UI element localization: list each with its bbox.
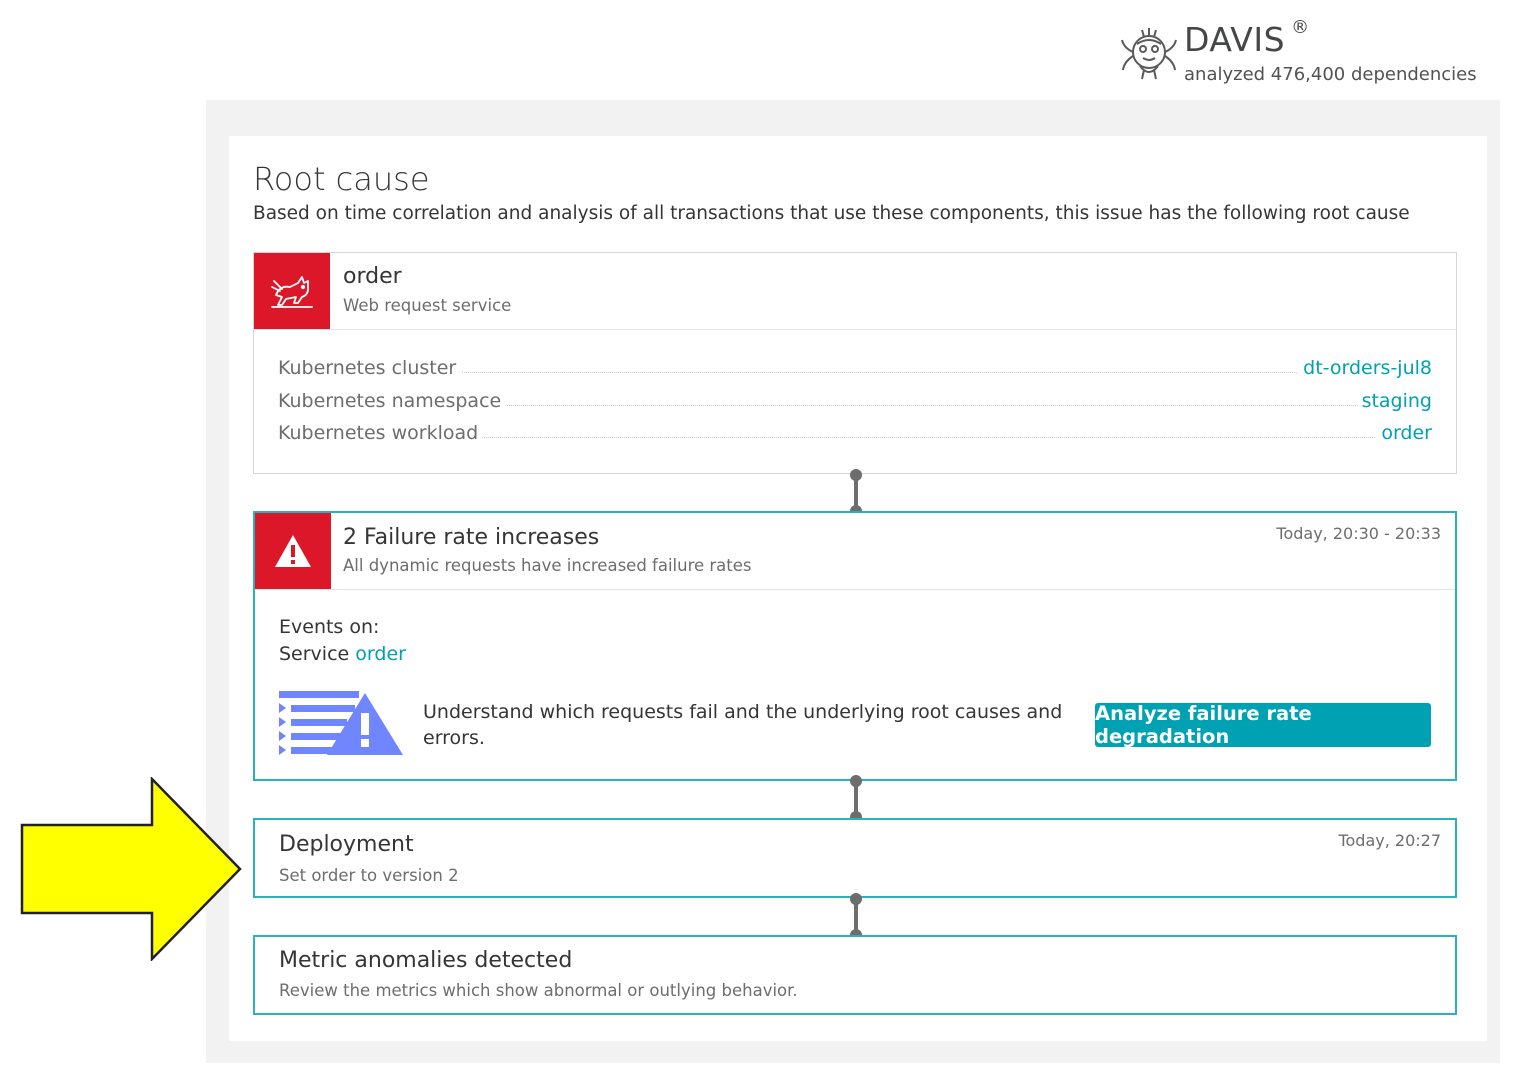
deployment-time: Today, 20:27: [1338, 831, 1441, 850]
analysis-hint: Understand which requests fail and the u…: [423, 701, 1063, 749]
davis-header: DAVIS ® analyzed 476,400 dependencies: [1120, 17, 1477, 88]
events-label: Events on:: [279, 616, 380, 638]
metric-subtitle: Review the metrics which show abnormal o…: [279, 981, 798, 1000]
page-description: Based on time correlation and analysis o…: [253, 203, 1410, 224]
property-key: Kubernetes cluster: [278, 357, 457, 379]
page-title: Root cause: [253, 160, 430, 198]
divider: [254, 329, 1456, 330]
property-link[interactable]: staging: [1362, 390, 1432, 412]
service-card[interactable]: order Web request service Kubernetes clu…: [253, 252, 1457, 474]
failure-rate-card[interactable]: 2 Failure rate increases All dynamic req…: [253, 511, 1457, 781]
dotted-leader: [462, 372, 1298, 373]
service-order-link[interactable]: order: [355, 643, 406, 665]
events-service: Service order: [279, 643, 406, 665]
davis-brain-icon: [1121, 28, 1177, 80]
dotted-leader: [484, 437, 1376, 438]
property-row: Kubernetes namespace staging: [278, 384, 1432, 412]
service-prefix: Service: [279, 643, 350, 665]
chain-connector: [850, 775, 862, 823]
metric-title: Metric anomalies detected: [279, 948, 573, 973]
failure-analysis-illustration: [279, 691, 403, 755]
property-link[interactable]: dt-orders-jul8: [1303, 357, 1432, 379]
service-title[interactable]: order: [343, 264, 402, 289]
property-key: Kubernetes namespace: [278, 390, 502, 412]
deployment-subtitle: Set order to version 2: [279, 866, 459, 885]
property-row: Kubernetes cluster dt-orders-jul8: [278, 351, 1432, 379]
davis-subtitle: analyzed 476,400 dependencies: [1184, 64, 1477, 85]
deployment-title: Deployment: [279, 832, 414, 857]
property-key: Kubernetes workload: [278, 422, 479, 444]
metric-anomalies-card[interactable]: Metric anomalies detected Review the met…: [253, 935, 1457, 1015]
davis-title: DAVIS ®: [1184, 17, 1310, 59]
tomcat-icon: [254, 253, 330, 329]
divider: [255, 589, 1455, 590]
property-row: Kubernetes workload order: [278, 416, 1432, 444]
failure-subtitle: All dynamic requests have increased fail…: [343, 556, 752, 575]
warning-icon: [255, 513, 331, 589]
chain-connector: [850, 893, 862, 941]
failure-time: Today, 20:30 - 20:33: [1276, 524, 1441, 543]
dotted-leader: [507, 405, 1356, 406]
service-subtitle: Web request service: [343, 296, 512, 315]
analyze-failure-rate-button[interactable]: Analyze failure rate degradation: [1095, 702, 1431, 748]
deployment-card[interactable]: Deployment Set order to version 2 Today,…: [253, 818, 1457, 898]
property-link[interactable]: order: [1381, 422, 1432, 444]
failure-title: 2 Failure rate increases: [343, 525, 600, 550]
chain-connector: [850, 469, 862, 517]
yellow-arrow-annotation: [20, 777, 242, 961]
